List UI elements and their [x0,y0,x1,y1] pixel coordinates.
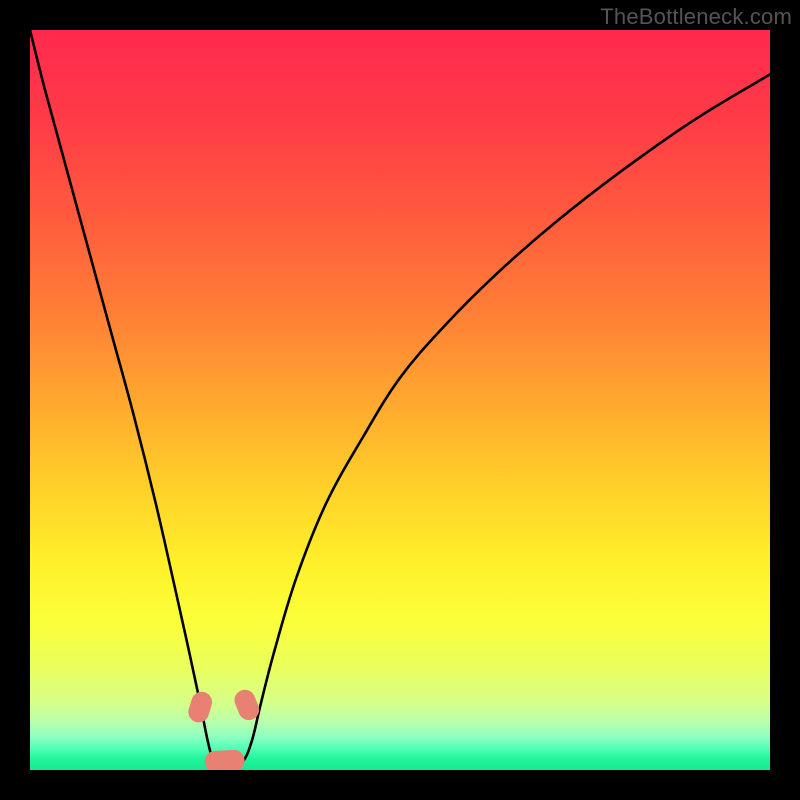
marker-left [186,689,215,725]
outer-frame: TheBottleneck.com [0,0,800,800]
plot-area [30,30,770,770]
watermark-text: TheBottleneck.com [600,4,792,30]
markers-group [186,687,262,770]
bottleneck-curve [30,30,770,766]
curve-layer [30,30,770,770]
marker-bottom [204,749,245,770]
